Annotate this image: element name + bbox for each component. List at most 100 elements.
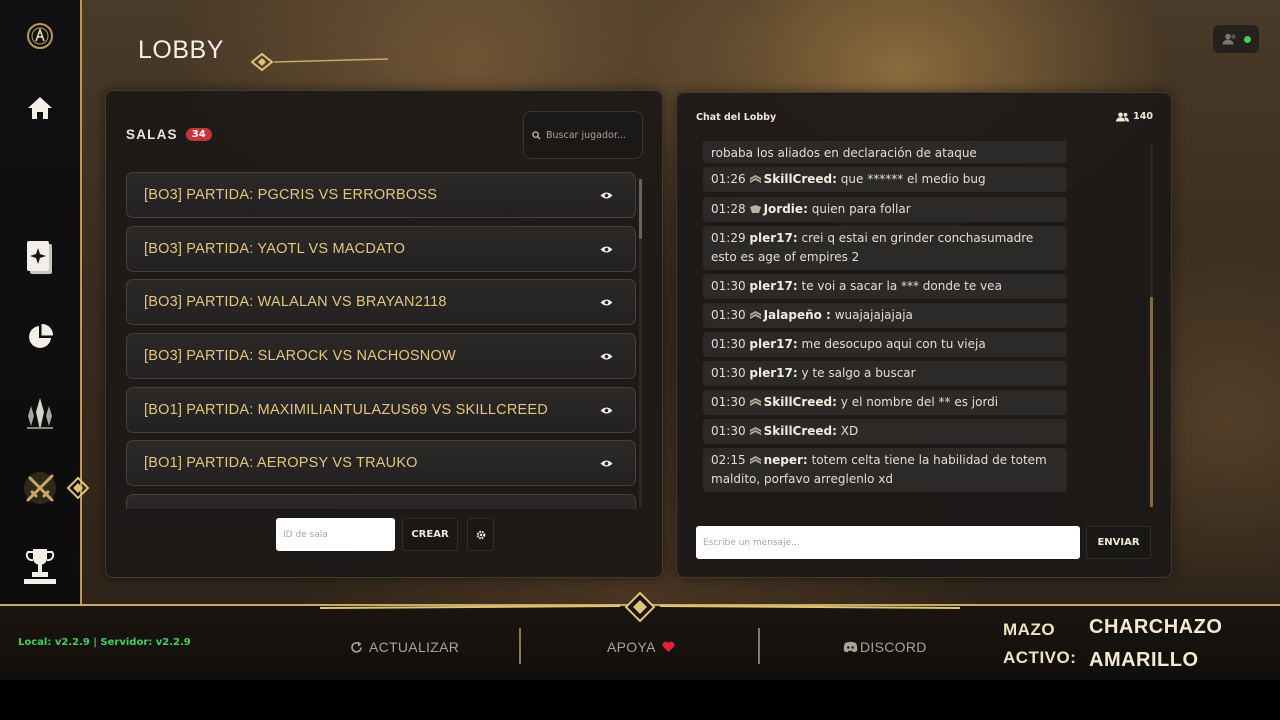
room-name: [BO3] PARTIDA: WALALAN VS BRAYAN2118 bbox=[144, 294, 447, 310]
users-icon bbox=[1222, 33, 1236, 45]
eye-icon[interactable] bbox=[600, 352, 613, 361]
chat-log[interactable]: robaba los aliados en declaración de ata… bbox=[703, 141, 1153, 501]
refresh-button[interactable]: ACTUALIZAR bbox=[350, 639, 459, 655]
message-time: 01:29 bbox=[711, 231, 746, 245]
message-text: me desocupo aqui con tu vieja bbox=[801, 337, 986, 351]
chat-message: 01:30 Jalapeño : wuajajajajaja bbox=[703, 303, 1067, 328]
room-settings-button[interactable] bbox=[467, 518, 494, 551]
rank-icon bbox=[749, 427, 761, 435]
room-item[interactable]: [BO1] PARTIDA: MAXIMILIANTULAZUS69 VS SK… bbox=[126, 387, 636, 433]
chat-online-count: 140 bbox=[1116, 111, 1153, 122]
eye-icon[interactable] bbox=[600, 245, 613, 254]
rank-icon bbox=[749, 205, 761, 213]
page-title: LOBBY bbox=[138, 36, 224, 64]
support-label: APOYA bbox=[607, 639, 656, 655]
message-user[interactable]: pler17: bbox=[749, 366, 797, 380]
chat-message: 01:26 SkillCreed: que ****** el medio bug bbox=[703, 167, 1067, 192]
create-room-button[interactable]: CREAR bbox=[402, 518, 458, 551]
message-text: y te salgo a buscar bbox=[801, 366, 916, 380]
message-text: wuajajajajaja bbox=[834, 308, 913, 322]
room-name: [BO3] PARTIDA: YAOTL VS MACDATO bbox=[144, 241, 406, 257]
message-time: 01:30 bbox=[711, 366, 746, 380]
discord-label: DISCORD bbox=[860, 639, 927, 655]
nav-stats[interactable] bbox=[0, 307, 80, 367]
active-deck-name-line2[interactable]: AMARILLO bbox=[1089, 649, 1199, 672]
footer-divider bbox=[758, 628, 760, 664]
app-logo[interactable] bbox=[0, 6, 80, 66]
message-user[interactable]: SkillCreed: bbox=[764, 395, 837, 409]
nav-home[interactable] bbox=[0, 78, 80, 138]
chat-scroll-thumb[interactable] bbox=[1150, 297, 1153, 507]
home-icon bbox=[28, 97, 52, 119]
message-user[interactable]: Jalapeño : bbox=[764, 308, 831, 322]
chat-message: 01:30 SkillCreed: XD bbox=[703, 419, 1067, 444]
nav-ranked[interactable] bbox=[0, 384, 80, 444]
chat-panel: Chat del Lobby 140 robaba los aliados en… bbox=[676, 92, 1172, 578]
chat-message: 01:29 pler17: crei q estai en grinder co… bbox=[703, 226, 1067, 270]
footer-bar: Local: v2.2.9 | Servidor: v2.2.9 ACTUALI… bbox=[0, 592, 1280, 680]
message-time: 01:30 bbox=[711, 395, 746, 409]
rank-icon bbox=[749, 175, 761, 183]
message-user[interactable]: SkillCreed: bbox=[764, 424, 837, 438]
room-item-partial[interactable] bbox=[126, 494, 636, 509]
eye-icon[interactable] bbox=[600, 406, 613, 415]
footer-ornament-icon bbox=[320, 592, 960, 622]
room-list-scroll-thumb[interactable] bbox=[639, 179, 642, 239]
room-name: [BO3] PARTIDA: PGCRIS VS ERRORBOSS bbox=[144, 187, 438, 203]
message-user[interactable]: Jordie: bbox=[764, 202, 808, 216]
eye-icon[interactable] bbox=[600, 298, 613, 307]
heart-icon bbox=[662, 641, 675, 652]
room-id-input[interactable] bbox=[276, 518, 395, 551]
version-text: Local: v2.2.9 | Servidor: v2.2.9 bbox=[18, 637, 191, 648]
refresh-icon bbox=[351, 641, 362, 653]
room-item[interactable]: [BO3] PARTIDA: YAOTL VS MACDATO bbox=[126, 226, 636, 272]
search-icon bbox=[532, 130, 541, 140]
nav-cards[interactable] bbox=[0, 229, 80, 289]
pie-chart-icon bbox=[29, 323, 54, 348]
message-time: 01:26 bbox=[711, 172, 746, 186]
chat-message-input[interactable] bbox=[696, 526, 1080, 559]
support-button[interactable]: APOYA bbox=[607, 639, 675, 655]
cards-icon bbox=[27, 241, 52, 274]
player-search-input[interactable] bbox=[546, 129, 634, 141]
discord-button[interactable]: DISCORD bbox=[843, 639, 927, 655]
rank-icon bbox=[749, 311, 761, 319]
rank-icon bbox=[749, 398, 761, 406]
nav-trophies[interactable] bbox=[0, 536, 80, 596]
sidebar-nav bbox=[0, 0, 90, 604]
rooms-count-badge: 34 bbox=[185, 128, 212, 141]
footer-divider bbox=[519, 628, 521, 664]
player-search[interactable] bbox=[523, 111, 643, 159]
message-user[interactable]: SkillCreed: bbox=[764, 172, 837, 186]
rooms-panel: SALAS 34 [BO3] PARTIDA: PGCRIS VS ERRORB… bbox=[105, 90, 663, 578]
gear-icon bbox=[476, 530, 485, 539]
logo-icon bbox=[27, 23, 53, 49]
eye-icon[interactable] bbox=[600, 459, 613, 468]
online-count: 140 bbox=[1133, 111, 1153, 122]
crossed-swords-icon bbox=[24, 472, 56, 504]
message-user[interactable]: neper: bbox=[764, 453, 808, 467]
chat-message: 01:30 pler17: y te salgo a buscar bbox=[703, 361, 1067, 386]
message-user[interactable]: pler17: bbox=[749, 231, 797, 245]
message-user[interactable]: pler17: bbox=[749, 279, 797, 293]
room-item[interactable]: [BO1] PARTIDA: AEROPSY VS TRAUKO bbox=[126, 440, 636, 486]
chat-message: 01:30 pler17: me desocupo aqui con tu vi… bbox=[703, 332, 1067, 357]
room-item[interactable]: [BO3] PARTIDA: SLAROCK VS NACHOSNOW bbox=[126, 333, 636, 379]
rooms-header: SALAS 34 bbox=[126, 127, 212, 142]
message-time: 01:30 bbox=[711, 337, 746, 351]
message-user[interactable]: pler17: bbox=[749, 337, 797, 351]
eye-icon[interactable] bbox=[600, 191, 613, 200]
chat-message-partial: robaba los aliados en declaración de ata… bbox=[703, 141, 1067, 163]
room-item[interactable]: [BO3] PARTIDA: WALALAN VS BRAYAN2118 bbox=[126, 279, 636, 325]
room-item[interactable]: [BO3] PARTIDA: PGCRIS VS ERRORBOSS bbox=[126, 172, 636, 218]
friends-status-button[interactable] bbox=[1213, 25, 1259, 53]
chat-message: 01:28 Jordie: quien para follar bbox=[703, 197, 1067, 222]
active-deck-name-line1[interactable]: CHARCHAZO bbox=[1089, 616, 1222, 639]
message-text: que ****** el medio bug bbox=[840, 172, 986, 186]
room-name: [BO3] PARTIDA: SLAROCK VS NACHOSNOW bbox=[144, 348, 456, 364]
chat-message: 02:15 neper: totem celta tiene la habilid… bbox=[703, 448, 1067, 492]
send-message-button[interactable]: ENVIAR bbox=[1086, 526, 1151, 559]
rank-icon bbox=[749, 456, 761, 464]
trophy-icon bbox=[24, 549, 56, 584]
room-name: [BO1] PARTIDA: AEROPSY VS TRAUKO bbox=[144, 455, 418, 471]
